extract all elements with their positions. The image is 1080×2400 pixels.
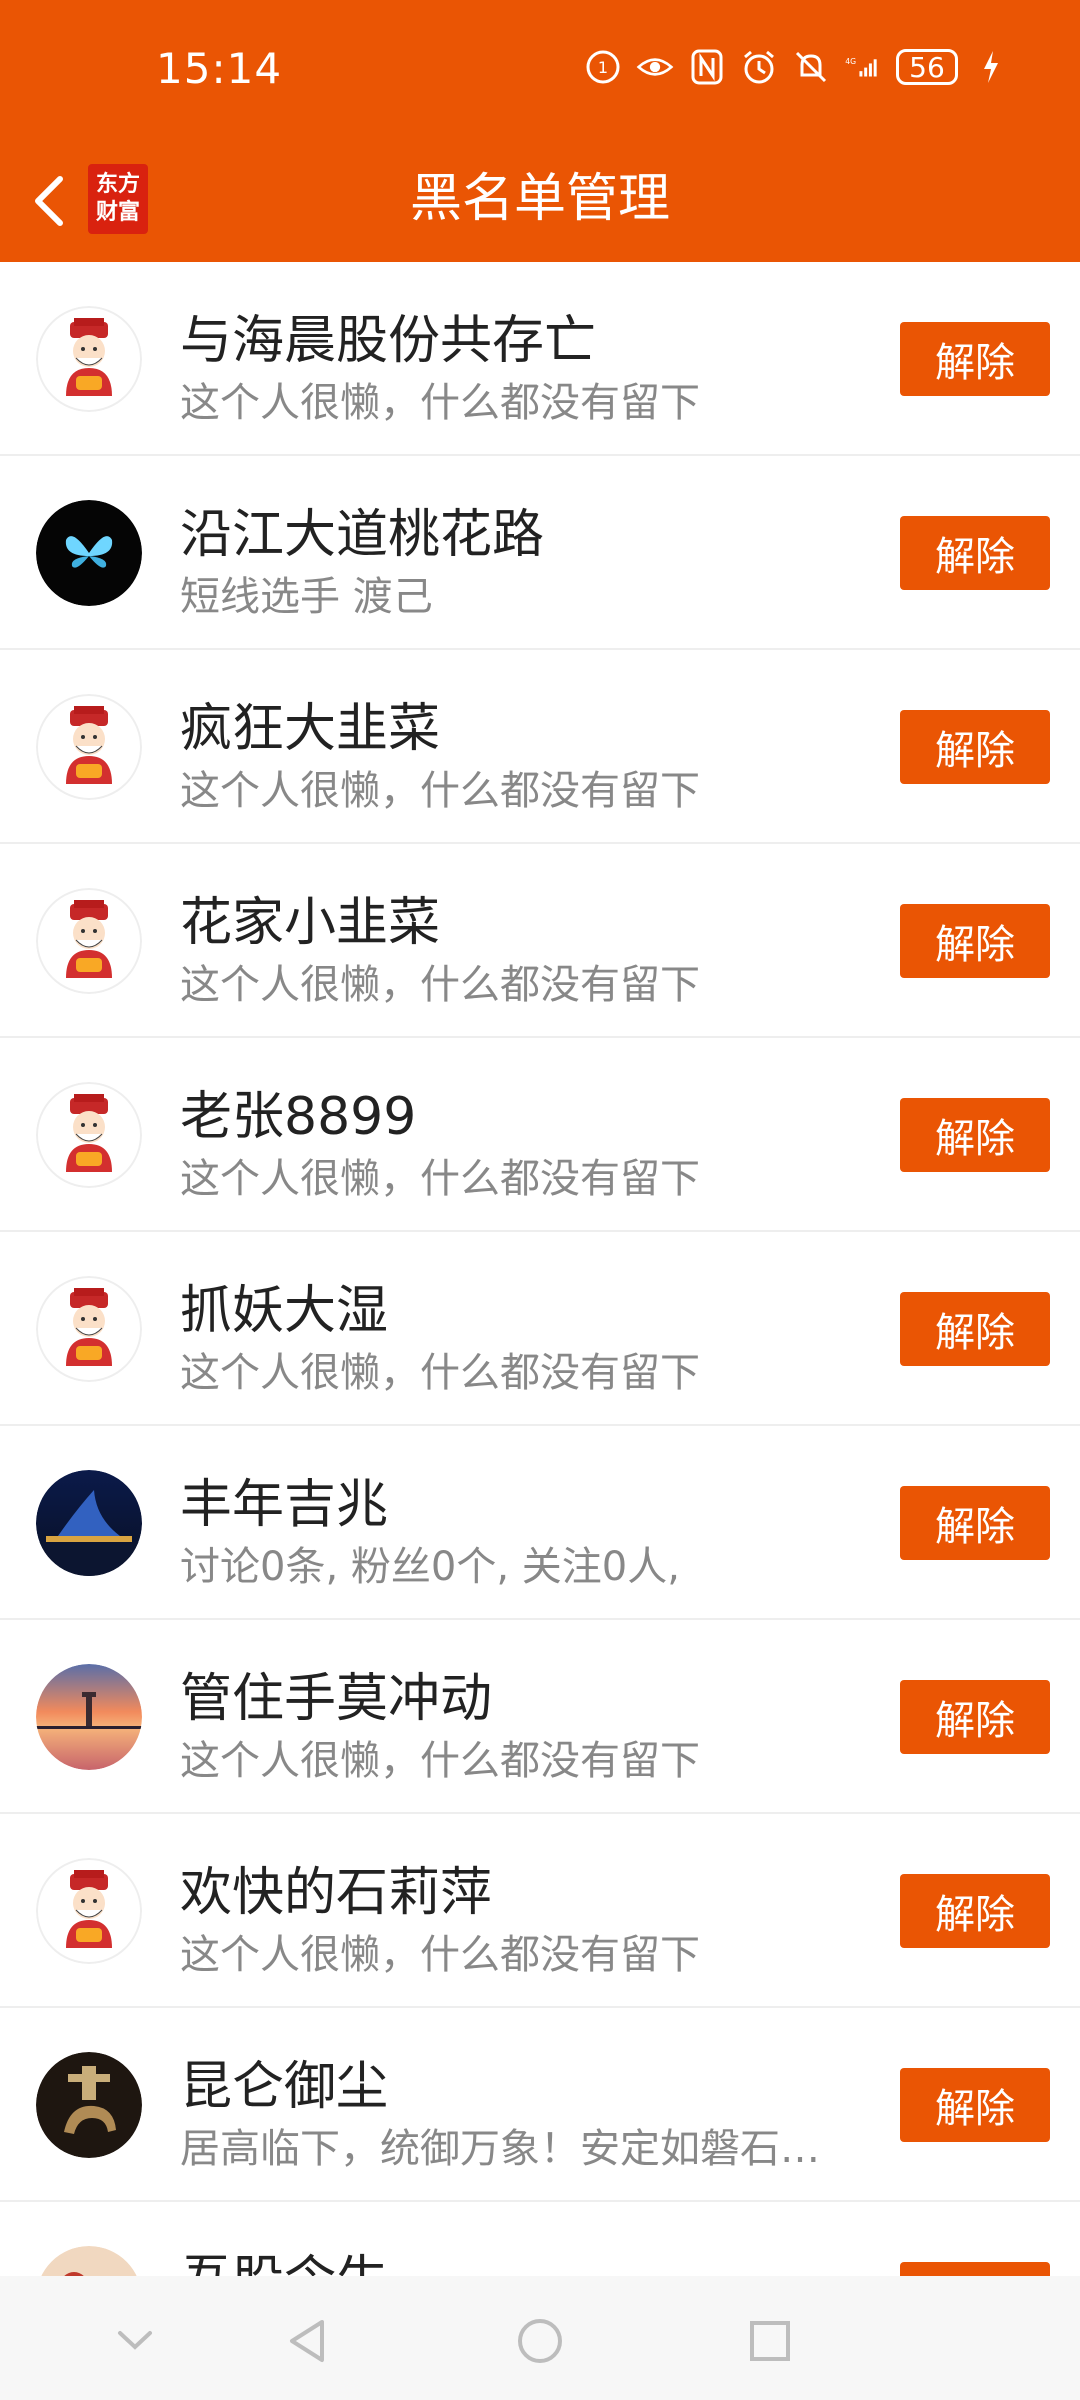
status-icons: 1 4G 56 <box>584 48 1010 86</box>
title-bar: 黑名单管理 东方 财富 <box>0 140 1080 262</box>
eye-icon <box>636 48 674 86</box>
unblock-button[interactable]: 解除 <box>900 1874 1050 1948</box>
unblock-button[interactable]: 解除 <box>900 2068 1050 2142</box>
user-name[interactable]: 花家小韭菜 <box>180 880 440 955</box>
blacklist-row[interactable]: 管住手莫冲动这个人很懒，什么都没有留下 解除 <box>0 1620 1080 1814</box>
user-name[interactable]: 疯狂大韭菜 <box>180 686 440 761</box>
nfc-icon <box>688 48 726 86</box>
alarm-icon <box>740 48 778 86</box>
user-name[interactable]: 沿江大道桃花路 <box>180 492 544 567</box>
svg-text:4G: 4G <box>845 57 856 66</box>
avatar[interactable] <box>36 1082 142 1188</box>
unblock-button[interactable]: 解除 <box>900 1680 1050 1754</box>
user-bio: 这个人很懒，什么都没有留下 <box>180 1350 700 1396</box>
user-bio: 这个人很懒，什么都没有留下 <box>180 1932 700 1978</box>
blacklist-row[interactable]: 花家小韭菜这个人很懒，什么都没有留下 解除 <box>0 844 1080 1038</box>
signal-4g-icon: 4G <box>844 48 882 86</box>
blacklist-row[interactable]: 沿江大道桃花路短线选手 渡己 解除 <box>0 456 1080 650</box>
unblock-button[interactable]: 解除 <box>900 322 1050 396</box>
blacklist-row[interactable]: 抓妖大湿这个人很懒，什么都没有留下 解除 <box>0 1232 1080 1426</box>
user-bio: 短线选手 渡己 <box>180 574 433 620</box>
avatar[interactable] <box>36 1470 142 1576</box>
avatar[interactable] <box>36 2052 142 2158</box>
app-header: 15:14 1 4G 56 黑名单管理 东方 财富 <box>0 0 1080 262</box>
user-bio: 这个人很懒，什么都没有留下 <box>180 380 700 426</box>
blacklist-row[interactable]: 昆仑御尘居高临下，统御万象！安定如磐石… 解除 <box>0 2008 1080 2202</box>
battery-indicator: 56 <box>896 49 958 85</box>
back-button[interactable] <box>20 166 80 236</box>
avatar[interactable] <box>36 694 142 800</box>
page-title: 黑名单管理 <box>409 169 670 229</box>
user-name[interactable]: 昆仑御尘 <box>180 2044 388 2119</box>
user-bio: 这个人很懒，什么都没有留下 <box>180 1738 700 1784</box>
logo-line2: 财富 <box>95 200 140 225</box>
chevron-left-icon <box>35 176 63 226</box>
svg-text:1: 1 <box>598 58 608 77</box>
avatar[interactable] <box>36 888 142 994</box>
user-name[interactable]: 与海晨股份共存亡 <box>180 298 596 373</box>
system-nav-bar <box>0 2276 1080 2400</box>
status-time: 15:14 <box>156 44 283 93</box>
user-name[interactable]: 丰年吉兆 <box>180 1462 388 1537</box>
nav-back-icon[interactable] <box>272 2306 342 2376</box>
hd-icon: 1 <box>584 48 622 86</box>
unblock-button[interactable]: 解除 <box>900 516 1050 590</box>
user-name[interactable]: 管住手莫冲动 <box>180 1656 492 1731</box>
logo-line1: 东方 <box>95 172 140 197</box>
nav-collapse-icon[interactable] <box>100 2306 170 2376</box>
charging-icon <box>972 48 1010 86</box>
unblock-button[interactable]: 解除 <box>900 1292 1050 1366</box>
avatar[interactable] <box>36 1858 142 1964</box>
unblock-button[interactable]: 解除 <box>900 1486 1050 1560</box>
nav-home-icon[interactable] <box>505 2306 575 2376</box>
user-bio: 这个人很懒，什么都没有留下 <box>180 768 700 814</box>
avatar[interactable] <box>36 1276 142 1382</box>
nav-recents-icon[interactable] <box>735 2306 805 2376</box>
user-name[interactable]: 老张8899 <box>180 1074 416 1149</box>
unblock-button[interactable]: 解除 <box>900 710 1050 784</box>
blacklist-row[interactable]: 丰年吉兆讨论0条, 粉丝0个, 关注0人, 解除 <box>0 1426 1080 1620</box>
blacklist-row[interactable]: 老张8899 这个人很懒，什么都没有留下 解除 <box>0 1038 1080 1232</box>
mute-icon <box>792 48 830 86</box>
user-name[interactable]: 抓妖大湿 <box>180 1268 388 1343</box>
status-bar: 15:14 1 4G 56 <box>0 0 1080 140</box>
user-bio: 这个人很懒，什么都没有留下 <box>180 962 700 1008</box>
blacklist-row[interactable]: 与海晨股份共存亡这个人很懒，什么都没有留下 解除 <box>0 262 1080 456</box>
blacklist-row[interactable]: 疯狂大韭菜这个人很懒，什么都没有留下 解除 <box>0 650 1080 844</box>
unblock-button[interactable]: 解除 <box>900 1098 1050 1172</box>
avatar[interactable] <box>36 500 142 606</box>
user-bio: 这个人很懒，什么都没有留下 <box>180 1156 700 1202</box>
avatar[interactable] <box>36 306 142 412</box>
user-bio: 讨论0条, 粉丝0个, 关注0人, <box>180 1544 680 1590</box>
user-bio: 居高临下，统御万象！安定如磐石… <box>180 2126 820 2172</box>
blacklist-row[interactable]: 欢快的石莉萍这个人很懒，什么都没有留下 解除 <box>0 1814 1080 2008</box>
user-name[interactable]: 欢快的石莉萍 <box>180 1850 492 1925</box>
blacklist: 与海晨股份共存亡 这个人很懒，什么都没有留下 解除 沿江大道桃花路 短线选手 渡己 解除疯… <box>0 262 1080 2396</box>
app-logo: 东方 财富 <box>88 164 148 234</box>
avatar[interactable] <box>36 1664 142 1770</box>
unblock-button[interactable]: 解除 <box>900 904 1050 978</box>
